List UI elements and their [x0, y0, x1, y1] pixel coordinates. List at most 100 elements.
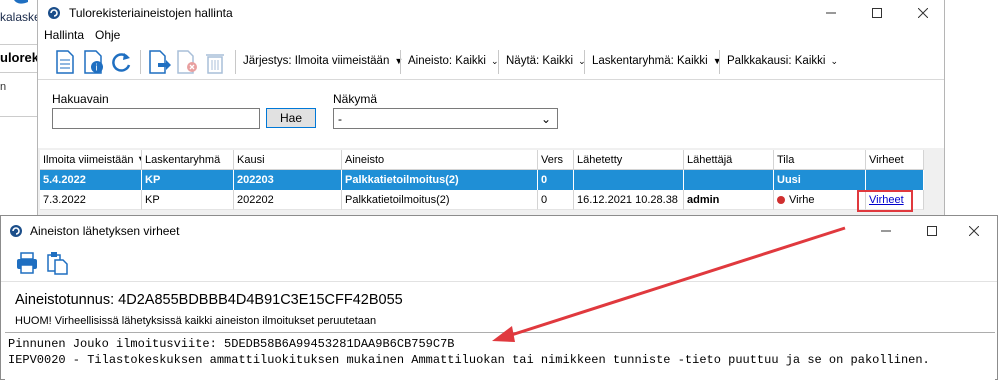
- close-button[interactable]: [900, 0, 946, 26]
- table-cell: Palkkatietoilmoitus(2): [342, 190, 538, 210]
- send-document-icon[interactable]: [146, 49, 172, 75]
- column-header[interactable]: Lähettäjä: [684, 150, 774, 170]
- maximize-button[interactable]: [909, 216, 955, 246]
- table-cell: 0: [538, 190, 574, 210]
- column-header[interactable]: Kausi: [234, 150, 342, 170]
- print-icon[interactable]: [15, 251, 39, 275]
- background-app-item[interactable]: n: [0, 81, 40, 93]
- table-cell: 5.4.2022: [40, 170, 142, 190]
- annotation-highlight-box: [857, 190, 913, 212]
- toolbar-separator: [719, 50, 720, 74]
- toolbar-separator: [584, 50, 585, 74]
- toolbar-separator: [400, 50, 401, 74]
- view-select[interactable]: - ⌄: [333, 108, 558, 129]
- document-icon[interactable]: [52, 49, 78, 75]
- search-key-label: Hakuavain: [52, 92, 109, 106]
- toolbar-separator: [140, 50, 141, 74]
- search-button[interactable]: Hae: [266, 108, 316, 128]
- table-cell: 202202: [234, 190, 342, 210]
- toolbar-separator: [235, 50, 236, 74]
- cancel-document-icon[interactable]: [174, 49, 200, 75]
- divider: [0, 116, 40, 117]
- table-cell: 16.12.2021 10.28.38: [574, 190, 684, 210]
- minimize-icon: [826, 12, 836, 14]
- toolbar: i Järjestys: Ilmoita viimeistään ▼ Aineis…: [38, 44, 944, 80]
- minimize-icon: [881, 230, 891, 232]
- toolbar-separator: [498, 50, 499, 74]
- table-cell: admin: [684, 190, 774, 210]
- document-info-icon[interactable]: i: [80, 49, 106, 75]
- view-label: Näkymä: [333, 92, 378, 106]
- maximize-icon: [927, 226, 937, 236]
- column-header[interactable]: Lähetetty: [574, 150, 684, 170]
- notice-text: HUOM! Virheellisissä lähetyksissä kaikki…: [15, 315, 377, 327]
- aineisto-dropdown[interactable]: Aineisto: Kaikki ⌄: [408, 55, 499, 67]
- table-cell: 0: [538, 170, 574, 190]
- table-cell: Palkkatietoilmoitus(2): [342, 170, 538, 190]
- table-cell: 7.3.2022: [40, 190, 142, 210]
- caret-down-icon: ▼: [394, 56, 404, 66]
- menu-hallinta[interactable]: Hallinta: [44, 28, 84, 42]
- palkkakausi-dropdown[interactable]: Palkkakausi: Kaikki ⌄: [727, 55, 838, 67]
- column-header[interactable]: Vers: [538, 150, 574, 170]
- errors-window: Aineiston lähetyksen virheet Aineistotun…: [0, 215, 998, 380]
- search-input[interactable]: [52, 108, 260, 129]
- dataset-id-heading: Aineistotunnus: 4D2A855BDBBB4D4B91C3E15C…: [15, 292, 403, 308]
- status-cell: Virhe: [774, 190, 866, 210]
- column-header[interactable]: Virheet: [866, 150, 924, 170]
- menu-bar: Hallinta Ohje: [38, 26, 944, 44]
- toolbar: [1, 246, 997, 282]
- laskentaryhma-dropdown[interactable]: Laskentaryhmä: Kaikki ▼: [592, 55, 722, 67]
- table-cell: 202203: [234, 170, 342, 190]
- minimize-button[interactable]: [863, 216, 909, 246]
- app-icon: [10, 225, 22, 237]
- view-select-value: -: [338, 112, 342, 126]
- menu-ohje[interactable]: Ohje: [95, 28, 120, 42]
- background-app-label: kalaske: [0, 10, 40, 24]
- table-cell: [684, 170, 774, 190]
- table-header: Ilmoita viimeistään ▼ Laskentaryhmä Kaus…: [40, 150, 924, 170]
- nayta-dropdown[interactable]: Näytä: Kaikki ⌄: [506, 55, 586, 67]
- table-cell: KP: [142, 190, 234, 210]
- app-icon: [48, 7, 60, 19]
- divider: [0, 72, 40, 73]
- background-app-tab[interactable]: ulorekis: [0, 50, 40, 65]
- copy-icon[interactable]: [45, 251, 69, 275]
- status-cell: Uusi: [774, 170, 866, 190]
- refresh-icon[interactable]: [108, 49, 134, 75]
- close-icon: [918, 8, 928, 18]
- search-panel: Hakuavain Hae Näkymä - ⌄: [38, 80, 944, 148]
- error-line: IEPV0020 - Tilastokeskuksen ammattiluoki…: [8, 353, 930, 367]
- window-title: Tulorekisteriaineistojen hallinta: [69, 6, 233, 20]
- table-cell: [866, 170, 924, 190]
- minimize-button[interactable]: [808, 0, 854, 26]
- title-bar: Aineiston lähetyksen virheet: [1, 216, 997, 246]
- sort-dropdown[interactable]: Järjestys: Ilmoita viimeistään ▼: [243, 55, 403, 67]
- table-cell: [574, 170, 684, 190]
- table-cell: KP: [142, 170, 234, 190]
- nayta-dropdown-label: Näytä: Kaikki: [506, 55, 574, 67]
- table-row[interactable]: 7.3.2022 KP 202202 Palkkatietoilmoitus(2…: [40, 190, 924, 210]
- errors-textarea[interactable]: Pinnunen Jouko ilmoitusviite: 5DEDB58B6A…: [5, 332, 995, 380]
- sort-dropdown-label: Järjestys: Ilmoita viimeistään: [243, 55, 390, 67]
- caret-down-icon: ▼: [712, 56, 722, 66]
- status-text: Virhe: [789, 194, 815, 206]
- maximize-button[interactable]: [854, 0, 900, 26]
- chevron-down-icon: ⌄: [540, 112, 551, 126]
- title-bar: Tulorekisteriaineistojen hallinta: [38, 0, 944, 26]
- divider: [0, 44, 40, 45]
- error-line: Pinnunen Jouko ilmoitusviite: 5DEDB58B6A…: [8, 337, 455, 351]
- column-header[interactable]: Tila: [774, 150, 866, 170]
- column-header[interactable]: Ilmoita viimeistään ▼: [40, 150, 142, 170]
- svg-text:i: i: [95, 64, 98, 74]
- close-button[interactable]: [951, 216, 997, 246]
- trash-icon[interactable]: [202, 49, 228, 75]
- chevron-down-icon: ⌄: [830, 56, 838, 66]
- column-header[interactable]: Aineisto: [342, 150, 538, 170]
- column-header[interactable]: Laskentaryhmä: [142, 150, 234, 170]
- error-status-icon: [777, 196, 785, 204]
- palkkakausi-dropdown-label: Palkkakausi: Kaikki: [727, 55, 826, 67]
- laskentaryhma-dropdown-label: Laskentaryhmä: Kaikki: [592, 55, 708, 67]
- aineisto-dropdown-label: Aineisto: Kaikki: [408, 55, 486, 67]
- table-row[interactable]: 5.4.2022 KP 202203 Palkkatietoilmoitus(2…: [40, 170, 924, 190]
